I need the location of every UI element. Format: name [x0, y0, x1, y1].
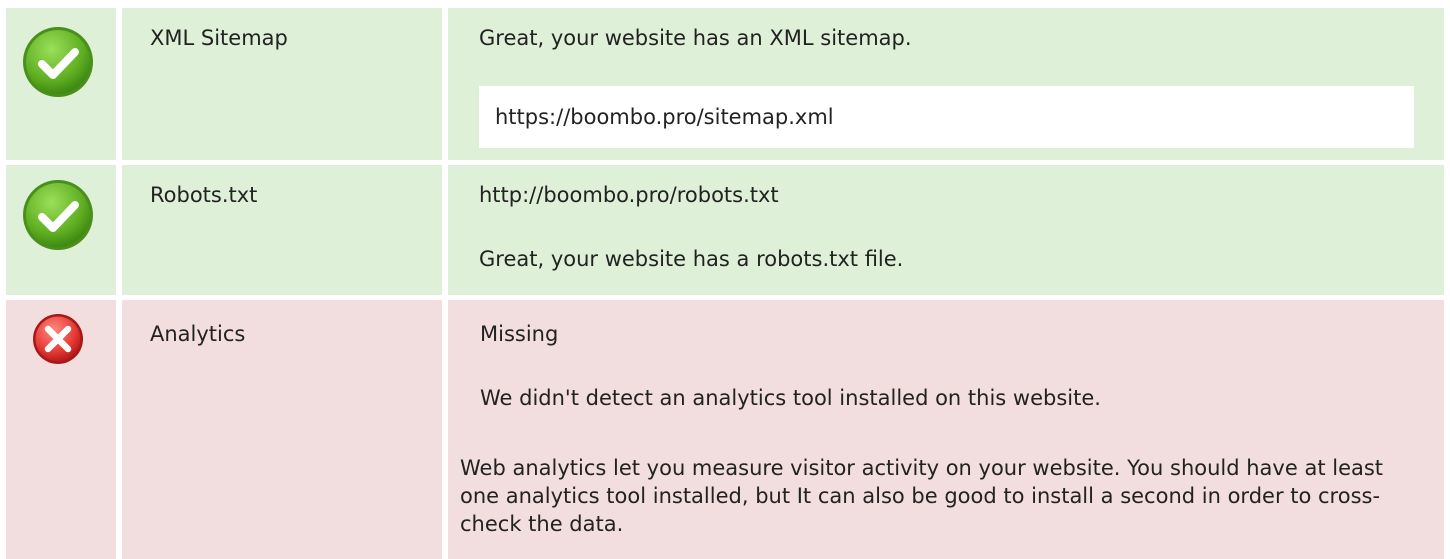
check-result-cell: Missing We didn't detect an analytics to…: [448, 300, 1444, 559]
check-name: Analytics: [150, 322, 246, 346]
status-text: Missing: [480, 322, 559, 346]
result-message: Great, your website has a robots.txt fil…: [479, 247, 904, 271]
result-message: We didn't detect an analytics tool insta…: [480, 386, 1101, 410]
robots-url[interactable]: http://boombo.pro/robots.txt: [479, 181, 779, 209]
check-name: XML Sitemap: [150, 26, 288, 50]
status-cell: [6, 165, 116, 295]
sitemap-url-box: https://boombo.pro/sitemap.xml: [479, 86, 1414, 148]
x-circle-icon: [33, 314, 83, 364]
check-row-xml-sitemap: XML Sitemap Great, your website has an X…: [0, 8, 1450, 160]
result-message: Great, your website has an XML sitemap.: [479, 26, 912, 50]
status-cell: [6, 8, 116, 160]
check-circle-icon: [23, 180, 93, 250]
sitemap-url[interactable]: https://boombo.pro/sitemap.xml: [495, 105, 834, 129]
check-name-cell: Analytics: [122, 300, 442, 559]
check-name-cell: XML Sitemap: [122, 8, 442, 160]
check-row-robots: Robots.txt http://boombo.pro/robots.txt …: [0, 165, 1450, 295]
check-name: Robots.txt: [150, 183, 258, 207]
check-name-cell: Robots.txt: [122, 165, 442, 295]
check-circle-icon: [23, 27, 93, 97]
check-row-analytics: Analytics Missing We didn't detect an an…: [0, 300, 1450, 559]
check-result-cell: http://boombo.pro/robots.txt Great, your…: [448, 165, 1444, 295]
check-result-cell: Great, your website has an XML sitemap. …: [448, 8, 1444, 160]
analytics-description: Web analytics let you measure visitor ac…: [460, 456, 1384, 536]
status-cell: [6, 300, 116, 559]
